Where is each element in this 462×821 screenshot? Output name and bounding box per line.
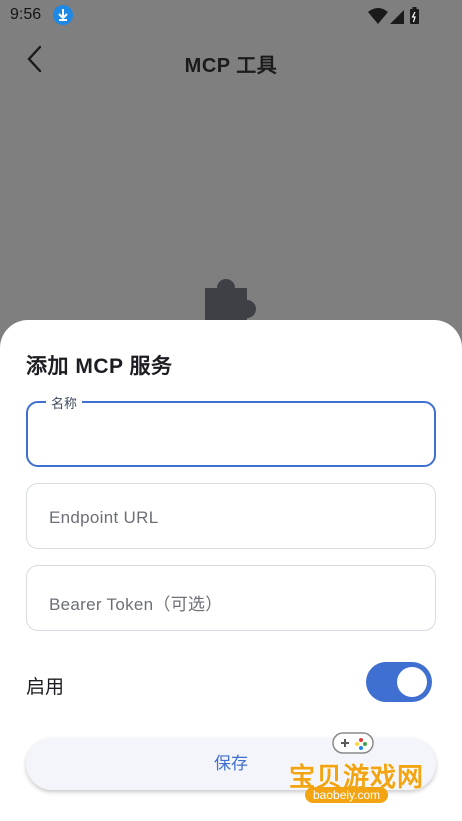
bearer-token-field[interactable]: Bearer Token（可选） bbox=[26, 565, 436, 631]
gamepad-icon bbox=[331, 727, 375, 757]
enable-toggle[interactable] bbox=[366, 662, 432, 702]
sheet-title: 添加 MCP 服务 bbox=[26, 355, 173, 378]
wifi-icon bbox=[368, 8, 388, 24]
enable-label: 启用 bbox=[26, 677, 65, 698]
toggle-knob bbox=[397, 667, 427, 697]
name-field[interactable]: 名称 bbox=[26, 393, 436, 467]
watermark: 宝贝游戏网 baobeiy.com bbox=[283, 727, 433, 807]
battery-icon bbox=[410, 7, 419, 24]
puzzle-icon bbox=[203, 272, 261, 324]
app-bar: MCP 工具 bbox=[0, 32, 462, 88]
status-bar: 9:56 bbox=[0, 0, 462, 32]
status-time: 9:56 bbox=[10, 6, 42, 23]
status-icons bbox=[368, 6, 428, 26]
name-field-label: 名称 bbox=[46, 393, 83, 412]
name-input[interactable] bbox=[48, 423, 414, 451]
enable-row: 启用 bbox=[26, 660, 436, 706]
endpoint-url-field[interactable]: Endpoint URL bbox=[26, 483, 436, 549]
page-title: MCP 工具 bbox=[184, 55, 278, 77]
signal-icon bbox=[390, 10, 404, 24]
download-icon bbox=[53, 5, 73, 25]
endpoint-url-placeholder: Endpoint URL bbox=[49, 508, 159, 527]
bearer-token-placeholder: Bearer Token（可选） bbox=[49, 595, 223, 614]
watermark-site: baobeiy.com bbox=[305, 787, 389, 803]
